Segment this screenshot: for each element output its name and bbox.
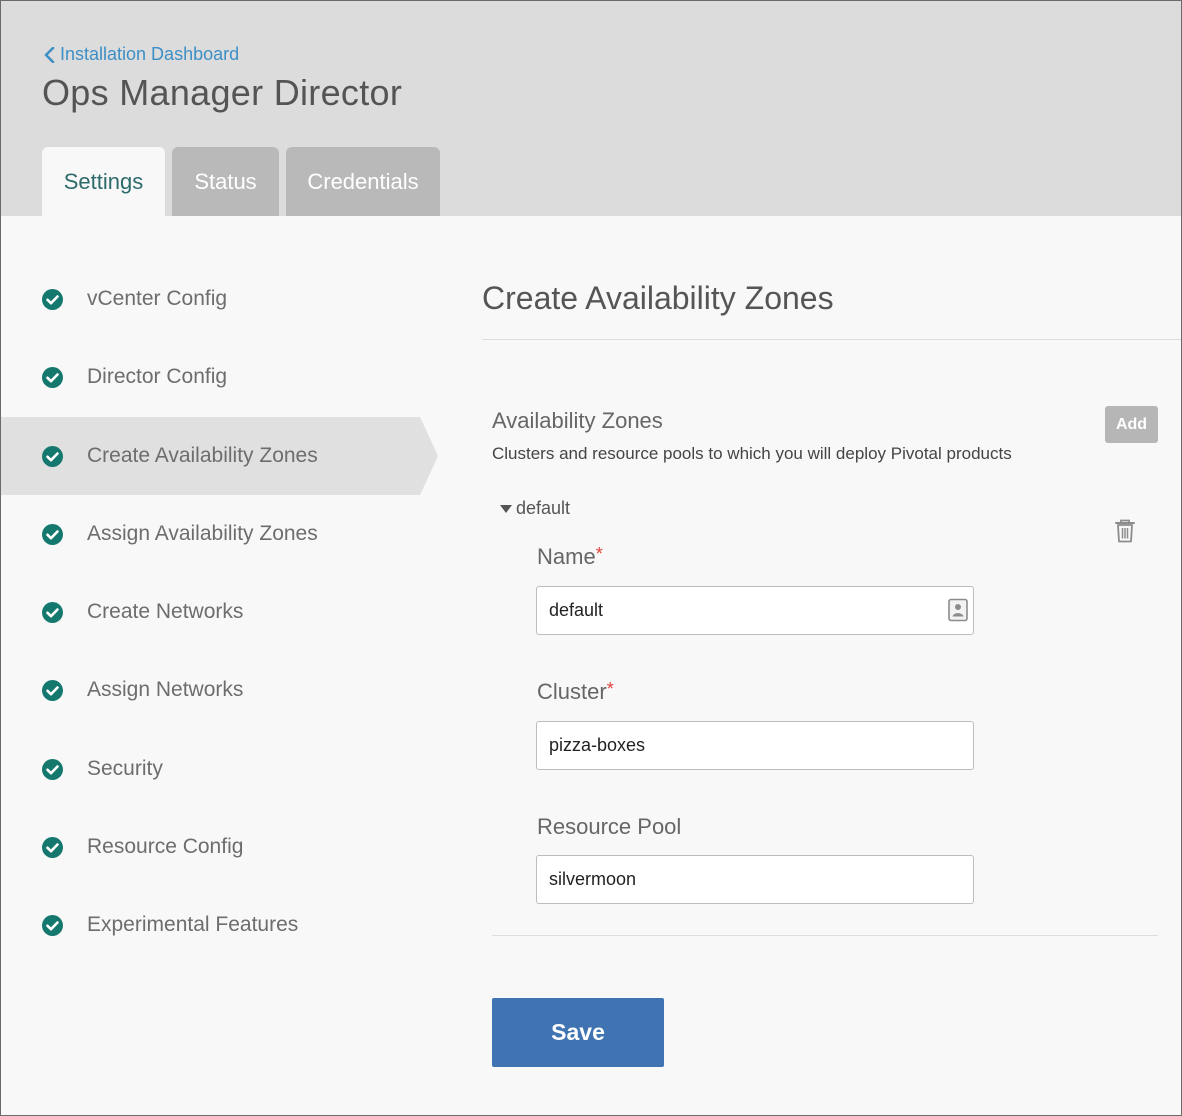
sidebar-item-assign-availability-zones[interactable]: Assign Availability Zones bbox=[0, 495, 420, 573]
tab-credentials-label: Credentials bbox=[307, 168, 419, 194]
name-field-label: Name* bbox=[537, 544, 603, 570]
name-label-text: Name bbox=[537, 544, 596, 569]
check-circle-icon bbox=[42, 914, 63, 936]
resource-pool-label-text: Resource Pool bbox=[537, 814, 682, 839]
page-title: Ops Manager Director bbox=[42, 72, 403, 113]
tab-status-label: Status bbox=[194, 168, 257, 194]
check-circle-icon bbox=[42, 601, 63, 623]
availability-zones-description: Clusters and resource pools to which you… bbox=[492, 444, 1012, 463]
back-link[interactable]: Installation Dashboard bbox=[44, 44, 239, 65]
check-circle-icon bbox=[42, 445, 63, 467]
caret-down-icon bbox=[500, 504, 512, 513]
sidebar-item-label: Resource Config bbox=[87, 835, 244, 858]
add-zone-button[interactable]: Add bbox=[1105, 406, 1158, 443]
sidebar-item-label: vCenter Config bbox=[87, 287, 228, 310]
divider bbox=[492, 935, 1158, 936]
resource-pool-field-label: Resource Pool bbox=[537, 814, 681, 840]
zone-collapse-toggle[interactable]: default bbox=[500, 498, 570, 519]
check-circle-icon bbox=[42, 679, 63, 701]
tab-settings[interactable]: Settings bbox=[42, 147, 165, 216]
sidebar-item-label: Assign Networks bbox=[87, 678, 244, 701]
check-circle-icon bbox=[42, 366, 63, 388]
cluster-field-label: Cluster* bbox=[537, 679, 614, 705]
sidebar-item-label: Experimental Features bbox=[87, 913, 299, 936]
sidebar-item-director-config[interactable]: Director Config bbox=[0, 338, 420, 416]
cluster-label-text: Cluster bbox=[537, 679, 607, 704]
resource-pool-field[interactable] bbox=[536, 855, 974, 904]
check-circle-icon bbox=[42, 288, 63, 310]
check-circle-icon bbox=[42, 523, 63, 545]
trash-icon[interactable] bbox=[1114, 519, 1136, 543]
sidebar-item-security[interactable]: Security bbox=[0, 730, 420, 808]
sidebar-item-label: Security bbox=[87, 757, 163, 780]
sidebar-item-label: Create Availability Zones bbox=[87, 444, 318, 467]
cluster-field[interactable] bbox=[536, 721, 974, 770]
sidebar-item-create-availability-zones[interactable]: Create Availability Zones bbox=[0, 417, 438, 495]
sidebar-item-experimental-features[interactable]: Experimental Features bbox=[0, 886, 420, 964]
sidebar-item-assign-networks[interactable]: Assign Networks bbox=[0, 651, 420, 729]
availability-zones-heading: Availability Zones bbox=[492, 408, 663, 433]
tab-settings-label: Settings bbox=[63, 168, 144, 194]
tab-credentials[interactable]: Credentials bbox=[286, 147, 440, 216]
chevron-left-icon bbox=[44, 46, 55, 63]
sidebar-item-vcenter-config[interactable]: vCenter Config bbox=[0, 260, 420, 338]
zone-name-label: default bbox=[516, 498, 571, 518]
divider bbox=[482, 339, 1182, 340]
save-button[interactable]: Save bbox=[492, 998, 664, 1067]
tab-status[interactable]: Status bbox=[172, 147, 279, 216]
sidebar-item-label: Director Config bbox=[87, 365, 228, 388]
required-marker: * bbox=[595, 544, 603, 564]
sidebar-item-label: Create Networks bbox=[87, 600, 244, 623]
required-marker: * bbox=[606, 679, 614, 699]
check-circle-icon bbox=[42, 758, 63, 780]
back-link-label: Installation Dashboard bbox=[60, 44, 240, 64]
sidebar-item-resource-config[interactable]: Resource Config bbox=[0, 808, 420, 886]
sidebar-item-create-networks[interactable]: Create Networks bbox=[0, 573, 420, 651]
sidebar-item-label: Assign Availability Zones bbox=[87, 522, 318, 545]
contact-card-icon[interactable] bbox=[947, 598, 969, 622]
name-field[interactable] bbox=[536, 586, 974, 635]
page-header: Installation Dashboard Ops Manager Direc… bbox=[0, 0, 1182, 216]
check-circle-icon bbox=[42, 836, 63, 858]
section-page-title: Create Availability Zones bbox=[482, 280, 834, 316]
